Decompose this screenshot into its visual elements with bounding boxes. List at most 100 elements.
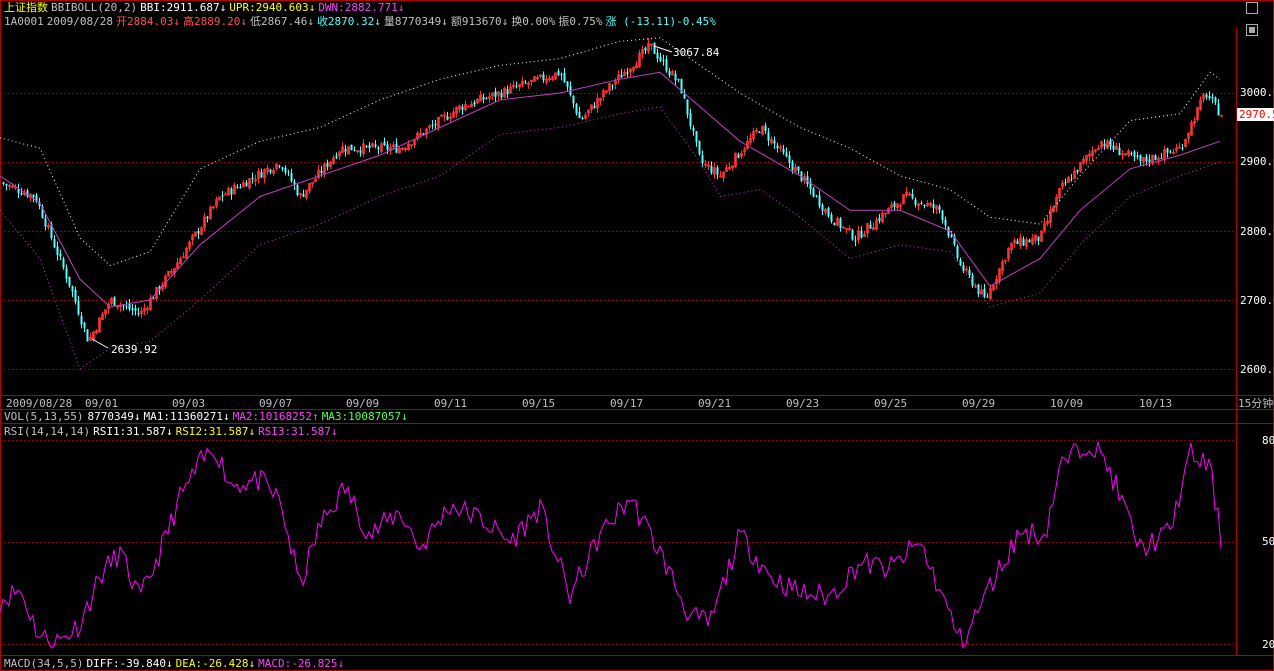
candle-body xyxy=(125,305,128,307)
candle-body xyxy=(578,111,581,119)
boll-lower-band xyxy=(0,106,1221,370)
candle-body xyxy=(698,141,701,155)
date-tick-0929: 09/29 xyxy=(962,397,996,410)
candle-body xyxy=(1028,239,1031,243)
candle-body xyxy=(572,95,575,104)
rsi-gridlines xyxy=(0,440,1236,645)
candle-body xyxy=(959,259,962,265)
last-price-tag: 2970.5 xyxy=(1237,108,1274,121)
macd-name[interactable]: MACD(34,5,5) xyxy=(4,657,83,670)
candle-body xyxy=(695,131,698,143)
candle-body xyxy=(71,286,74,292)
candle-body xyxy=(1169,151,1172,153)
candle-body xyxy=(758,132,761,134)
volume-value: 量8770349 xyxy=(383,15,442,28)
candle-body xyxy=(620,74,623,78)
restore-window-icon[interactable] xyxy=(1246,2,1258,14)
candle-body xyxy=(473,102,476,105)
candle-body xyxy=(230,188,233,195)
rsi1-value: RSI1:31.587 xyxy=(93,425,166,438)
candle-body xyxy=(1112,145,1115,150)
candle-body xyxy=(245,182,248,187)
candle-body xyxy=(920,202,923,204)
rsi2-value: RSI2:31.587 xyxy=(175,425,249,438)
macd-diff: DIFF:-39.840 xyxy=(86,657,166,670)
high-marker-line xyxy=(653,45,673,53)
candle-body xyxy=(674,73,677,81)
candle-body xyxy=(767,132,770,141)
candle-body xyxy=(1136,155,1139,157)
candle-body xyxy=(206,216,209,219)
candle-body xyxy=(1214,97,1217,103)
candle-body xyxy=(644,48,647,51)
rsi3-value: RSI3:31.587 xyxy=(258,425,331,438)
candle-body xyxy=(290,173,293,182)
indicator-name[interactable]: BBIBOLL(20,2) xyxy=(51,1,137,14)
candle-body xyxy=(656,52,659,59)
candle-body xyxy=(440,114,443,117)
candle-body xyxy=(962,265,965,272)
quote-date: 2009/08/28 xyxy=(46,15,113,28)
rsi2-arrow: ↓ xyxy=(248,425,256,438)
rsi3-arrow: ↓ xyxy=(330,425,338,438)
date-tick-0903: 09/03 xyxy=(172,397,206,410)
candle-body xyxy=(986,296,989,298)
candle-body xyxy=(128,303,131,310)
candle-body xyxy=(251,177,254,179)
close-price: 收2870.32 xyxy=(316,15,375,28)
candle-body xyxy=(1145,156,1148,162)
candle-body xyxy=(239,186,242,188)
candle-body xyxy=(797,166,800,171)
candle-body xyxy=(83,322,86,328)
candle-body xyxy=(56,246,59,256)
vol-ma2-arrow: ↑ xyxy=(312,410,319,423)
rsi-name[interactable]: RSI(14,14,14) xyxy=(4,425,90,438)
candle-body xyxy=(434,123,437,126)
price-gridlines xyxy=(0,93,1236,370)
candle-body xyxy=(1064,182,1067,184)
candle-body xyxy=(764,125,767,131)
candle-body xyxy=(662,59,665,61)
volume-arrow: ↓ xyxy=(441,15,448,28)
open-price: 开2884.03 xyxy=(115,15,174,28)
candle-body xyxy=(659,57,662,61)
turnover-value: 换0.00% xyxy=(511,15,556,28)
candle-body xyxy=(689,113,692,127)
candle-body xyxy=(302,193,305,197)
candle-body xyxy=(365,145,368,147)
amount-value: 额913670 xyxy=(450,15,502,28)
candle-body xyxy=(236,186,239,188)
candle-body xyxy=(134,308,137,312)
candle-body xyxy=(65,268,68,279)
candle-body xyxy=(1016,240,1019,244)
index-name[interactable]: 上证指数 xyxy=(4,1,48,14)
amplitude-value: 振0.75% xyxy=(558,15,603,28)
candle-body xyxy=(1103,143,1106,147)
candle-body xyxy=(812,188,815,197)
candle-body xyxy=(869,224,872,229)
candle-body xyxy=(152,298,155,300)
candle-body xyxy=(1217,103,1220,116)
period-selector[interactable]: 15分钟 xyxy=(1238,397,1273,410)
candle-body xyxy=(923,204,926,206)
vol-name[interactable]: VOL(5,13,55) xyxy=(4,410,83,423)
candle-body xyxy=(1022,238,1025,246)
candle-body xyxy=(665,59,668,72)
upr-value: UPR:2940.603 xyxy=(229,1,309,14)
candle-body xyxy=(968,269,971,276)
candle-body xyxy=(815,195,818,197)
candle-body xyxy=(581,117,584,120)
outer-frame xyxy=(0,0,1274,671)
candle-body xyxy=(281,167,284,170)
candle-body xyxy=(86,329,89,342)
candle-body xyxy=(350,144,353,151)
candle-body xyxy=(668,71,671,75)
options-icon[interactable] xyxy=(1246,24,1258,36)
candlestick-series xyxy=(2,38,1223,342)
macd-diff-arrow: ↓ xyxy=(165,657,173,670)
high-arrow: ↓ xyxy=(240,15,247,28)
candle-body xyxy=(701,155,704,164)
candle-body xyxy=(950,235,953,237)
candle-body xyxy=(1070,178,1073,180)
high-annotation: 3067.84 xyxy=(673,46,720,59)
